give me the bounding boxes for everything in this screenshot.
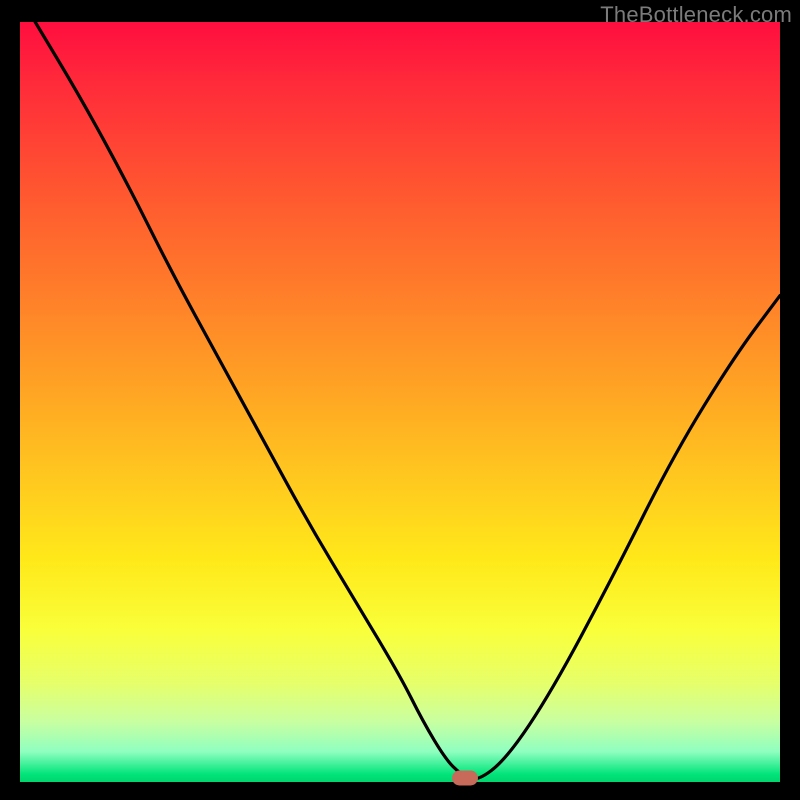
curve-svg [20,22,780,782]
optimal-point-marker [452,771,478,786]
watermark-text: TheBottleneck.com [600,2,792,28]
bottleneck-curve [35,22,780,779]
plot-frame [20,22,780,782]
chart-stage: TheBottleneck.com [0,0,800,800]
